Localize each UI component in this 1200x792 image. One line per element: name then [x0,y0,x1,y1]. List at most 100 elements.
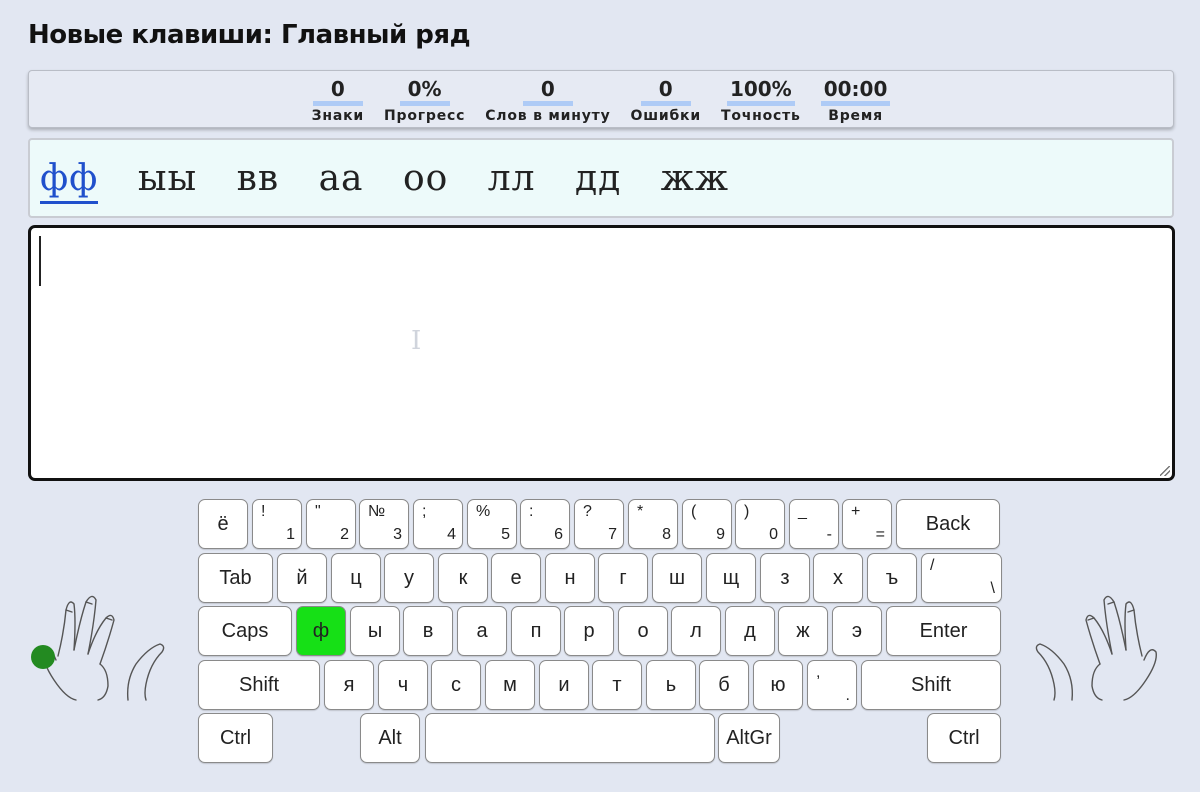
key-ш[interactable]: ш [652,553,702,603]
key-shift-label: % [476,503,491,520]
key-ё[interactable]: ё [198,499,248,549]
key-7[interactable]: ? 7 [574,499,624,549]
page-title: Новые клавиши: Главный ряд [28,20,471,50]
key-9[interactable]: (9 [682,499,732,549]
key-label: й [296,566,308,589]
key-у[interactable]: у [384,553,434,603]
key-ъ[interactable]: ъ [867,553,917,603]
key-2[interactable]: " 2 [306,499,356,549]
key-shift[interactable]: Shift [861,660,1001,710]
key-е[interactable]: е [491,553,541,603]
key-4[interactable]: ; 4 [413,499,463,549]
key-я[interactable]: я [324,660,374,710]
stats-bar: 0 Знаки 0% Прогресс 0 Слов в минуту 0 Ош… [28,70,1174,128]
key-й[interactable]: й [277,553,327,603]
key-shift-label: ? [583,503,592,520]
stat-label: Ошибки [630,108,701,124]
key-и[interactable]: и [539,660,589,710]
typing-input[interactable]: I [28,225,1175,481]
key-ctrl[interactable]: Ctrl [927,713,1001,763]
key-label: л [690,619,702,642]
stat-value: 0 [312,77,363,106]
key-ь[interactable]: ь [646,660,696,710]
key-0[interactable]: ) 0 [735,499,785,549]
key-1[interactable]: ! 1 [252,499,302,549]
key-label: 7 [608,526,617,543]
key-shift[interactable]: Shift [198,660,320,710]
key-р[interactable]: р [564,606,614,656]
key-х[interactable]: х [813,553,863,603]
key-shift-label: , [816,664,821,681]
key-label: 5 [501,526,510,543]
key--[interactable]: _ - [789,499,839,549]
key-6[interactable]: :6 [520,499,570,549]
stat-time: 00:00 Время [820,71,891,127]
key-label: ь [665,673,677,696]
key-label: Shift [238,673,280,696]
key-label: к [458,566,468,589]
key-о[interactable]: о [618,606,668,656]
resize-handle-icon[interactable] [1160,466,1170,476]
key-enter[interactable]: Enter [886,606,1001,656]
key-н[interactable]: н [545,553,595,603]
key-п[interactable]: п [511,606,561,656]
key-label: э [851,619,863,642]
key-с[interactable]: с [431,660,481,710]
key-label: Back [925,512,971,535]
key-ц[interactable]: ц [331,553,381,603]
key-щ[interactable]: щ [706,553,756,603]
lesson-word: ыы [137,158,198,199]
key-label: в [422,619,434,642]
key-label: . [845,687,850,704]
key-э[interactable]: э [832,606,882,656]
key-з[interactable]: з [760,553,810,603]
key-8[interactable]: * 8 [628,499,678,549]
keyboard-row: Caps ф ы в а п р о л д ж э Enter [198,606,1002,656]
key-ж[interactable]: ж [778,606,828,656]
key-shift-label: ! [261,503,266,520]
finger-indicator-dot [31,645,55,669]
key-а[interactable]: а [457,606,507,656]
key-alt[interactable]: Alt [360,713,420,763]
stat-value: 100% [726,77,795,106]
key-д[interactable]: д [725,606,775,656]
key-label: Enter [919,619,968,642]
key-3[interactable]: № 3 [359,499,409,549]
stat-chars: 0 Знаки [312,71,364,127]
key-tab[interactable]: Tab [198,553,273,603]
key-label: б [718,673,730,696]
key-ф[interactable]: ф [296,606,346,656]
stat-label: Прогресс [384,108,466,124]
key-5[interactable]: % 5 [467,499,517,549]
key-б[interactable]: б [699,660,749,710]
key-.[interactable]: ,. [807,660,857,710]
key-label: 8 [662,526,671,543]
key-к[interactable]: к [438,553,488,603]
key-label: щ [722,566,740,589]
key-ч[interactable]: ч [378,660,428,710]
key-label: а [476,619,488,642]
key-back[interactable]: Back [896,499,1000,549]
key-л[interactable]: л [671,606,721,656]
key-=[interactable]: + = [842,499,892,549]
key-г[interactable]: г [598,553,648,603]
key-ю[interactable]: ю [753,660,803,710]
key-label: о [637,619,649,642]
key-altgr[interactable]: AltGr [718,713,780,763]
key-ы[interactable]: ы [350,606,400,656]
key-label: у [404,566,414,589]
key-т[interactable]: т [592,660,642,710]
key-label: р [583,619,595,642]
key-space[interactable] [425,713,715,763]
key-caps[interactable]: Caps [198,606,292,656]
key-м[interactable]: м [485,660,535,710]
key-label: 9 [716,526,725,543]
lesson-word: дд [574,158,622,199]
key-label: м [503,673,517,696]
key-label: е [510,566,522,589]
key-в[interactable]: в [403,606,453,656]
key-label: = [875,526,885,543]
key-ctrl[interactable]: Ctrl [198,713,273,763]
text-caret [39,236,41,286]
key-\[interactable]: / \ [921,553,1002,603]
